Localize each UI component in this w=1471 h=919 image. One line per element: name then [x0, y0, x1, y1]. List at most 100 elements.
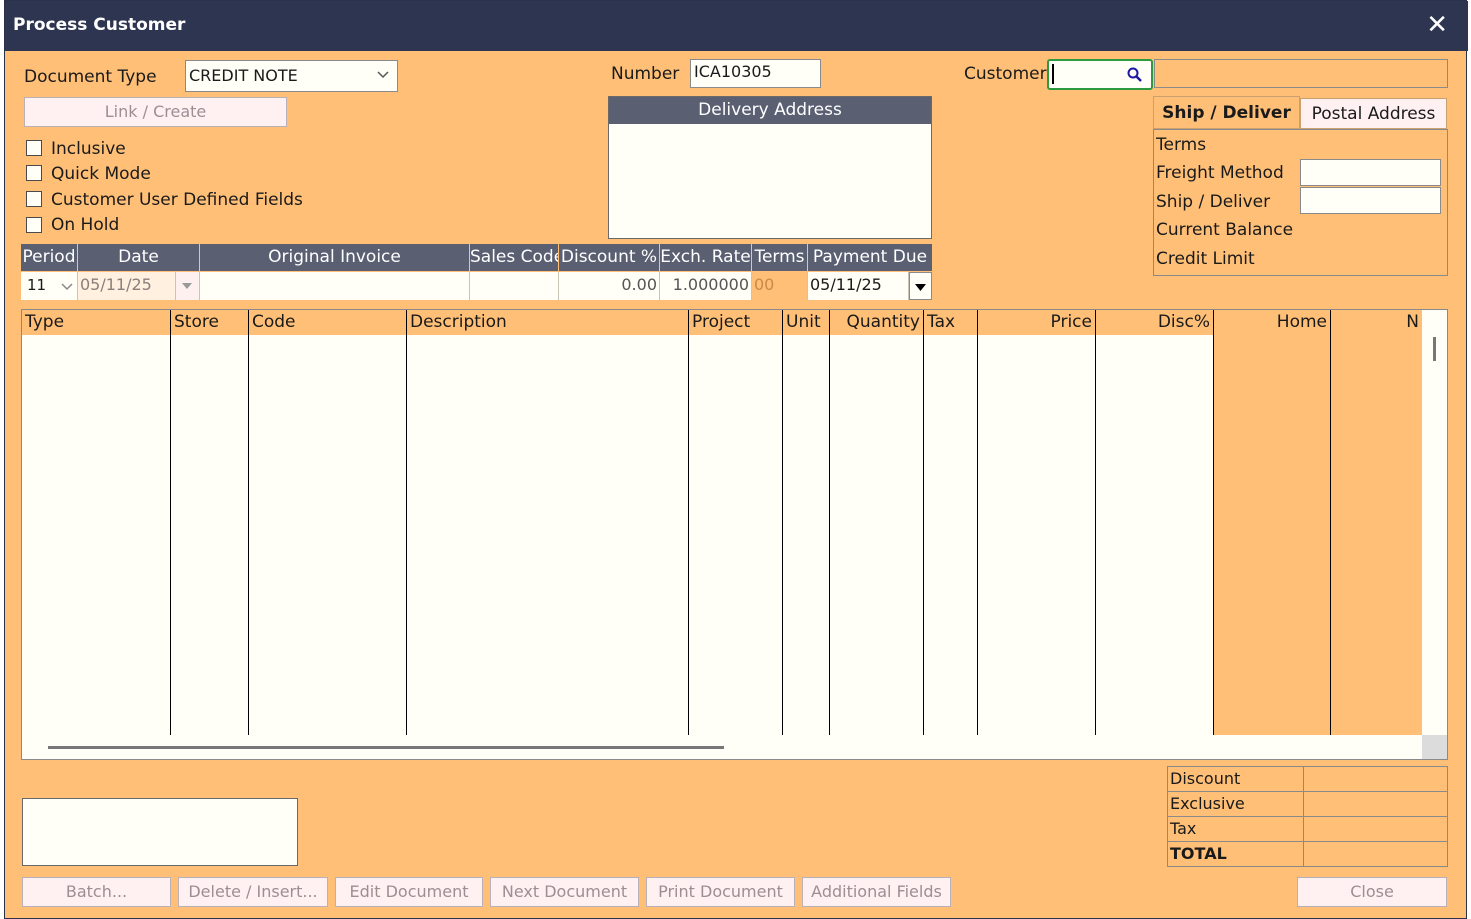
col-code[interactable]: Code: [249, 310, 407, 335]
date-input[interactable]: 05/11/25: [78, 272, 176, 300]
delivery-address-title: Delivery Address: [609, 97, 931, 124]
terms-value: 00: [752, 272, 808, 300]
customer-info-panel: Terms Freight Method Ship / Deliver Curr…: [1153, 129, 1448, 276]
grid-column: [1096, 335, 1214, 735]
col-n[interactable]: N: [1331, 310, 1422, 335]
original-invoice-input[interactable]: [200, 272, 470, 300]
col-home[interactable]: Home: [1214, 310, 1331, 335]
number-input[interactable]: ICA10305: [690, 59, 821, 88]
quick-mode-checkbox[interactable]: [26, 165, 42, 181]
original-invoice-header: Original Invoice: [200, 244, 470, 271]
col-store[interactable]: Store: [171, 310, 249, 335]
close-icon[interactable]: ✕: [1426, 10, 1448, 40]
discount-input[interactable]: 0.00: [559, 272, 660, 300]
credit-limit-label: Credit Limit: [1156, 249, 1255, 269]
document-row: 11 05/11/25 0.00 1.000000 00 05/11/25: [21, 272, 932, 301]
vertical-scroll-thumb[interactable]: [1433, 337, 1436, 361]
additional-fields-button[interactable]: Additional Fields: [802, 877, 951, 907]
link-create-button[interactable]: Link / Create: [24, 97, 287, 127]
print-document-button[interactable]: Print Document: [646, 877, 795, 907]
totals-tax-row: Tax: [1168, 817, 1448, 842]
chevron-down-icon: [182, 283, 192, 289]
tab-postal-address[interactable]: Postal Address: [1300, 98, 1447, 129]
period-header: Period: [21, 244, 78, 271]
chevron-down-icon: [61, 283, 73, 291]
chevron-down-icon: [377, 71, 389, 79]
col-tax[interactable]: Tax: [924, 310, 978, 335]
sales-code-input[interactable]: [470, 272, 559, 300]
edit-document-button[interactable]: Edit Document: [335, 877, 483, 907]
col-disc[interactable]: Disc%: [1096, 310, 1214, 335]
chevron-down-icon: [915, 284, 926, 291]
search-icon[interactable]: [1127, 67, 1143, 83]
process-customer-window: Process Customer ✕ Document Type CREDIT …: [4, 0, 1468, 919]
vertical-scrollbar[interactable]: [1422, 310, 1447, 735]
ship-deliver-label: Ship / Deliver: [1156, 192, 1271, 212]
grid-column: [783, 335, 830, 735]
next-document-button[interactable]: Next Document: [490, 877, 639, 907]
grid-column: [830, 335, 924, 735]
notes-textbox[interactable]: [22, 798, 298, 866]
grid-header: Type Store Code Description Project Unit…: [22, 310, 1422, 335]
tab-ship-deliver[interactable]: Ship / Deliver: [1153, 96, 1300, 129]
grid-column: [407, 335, 689, 735]
period-select[interactable]: 11: [21, 272, 78, 300]
close-button[interactable]: Close: [1297, 877, 1447, 907]
document-type-label: Document Type: [24, 67, 157, 87]
grid-column: [924, 335, 978, 735]
col-unit[interactable]: Unit: [783, 310, 830, 335]
customer-udf-label: Customer User Defined Fields: [51, 190, 303, 210]
line-items-grid[interactable]: Type Store Code Description Project Unit…: [21, 309, 1448, 760]
inclusive-checkbox[interactable]: [26, 140, 42, 156]
col-project[interactable]: Project: [689, 310, 783, 335]
col-type[interactable]: Type: [22, 310, 171, 335]
quick-mode-label: Quick Mode: [51, 164, 151, 184]
delivery-address-text[interactable]: [609, 124, 931, 238]
date-dropdown-button[interactable]: [176, 272, 200, 300]
scroll-corner: [1422, 735, 1447, 759]
batch-button[interactable]: Batch...: [22, 877, 171, 907]
col-description[interactable]: Description: [407, 310, 689, 335]
ship-deliver-input[interactable]: [1300, 187, 1441, 214]
date-header: Date: [78, 244, 200, 271]
sales-code-header: Sales Code: [470, 244, 559, 271]
grid-column: [171, 335, 249, 735]
col-quantity[interactable]: Quantity: [830, 310, 924, 335]
customer-code-input[interactable]: [1047, 59, 1153, 90]
period-value: 11: [27, 276, 47, 294]
grid-column: [249, 335, 407, 735]
number-label: Number: [611, 64, 680, 84]
totals-exclusive-row: Exclusive: [1168, 792, 1448, 817]
totals-exclusive-label: Exclusive: [1170, 794, 1245, 813]
horizontal-scrollbar[interactable]: [22, 735, 1422, 759]
exch-rate-input[interactable]: 1.000000: [660, 272, 752, 300]
grid-column: [22, 335, 171, 735]
discount-header: Discount %: [559, 244, 660, 271]
customer-udf-checkbox[interactable]: [26, 191, 42, 207]
payment-due-input[interactable]: 05/11/25: [808, 272, 909, 300]
exch-rate-header: Exch. Rate: [660, 244, 752, 271]
customer-label: Customer: [964, 64, 1047, 84]
terms-header: Terms: [752, 244, 808, 271]
col-price[interactable]: Price: [978, 310, 1096, 335]
on-hold-checkbox[interactable]: [26, 217, 42, 233]
totals-discount-row: Discount: [1168, 767, 1448, 792]
on-hold-label: On Hold: [51, 215, 120, 235]
totals-total-label: TOTAL: [1170, 844, 1227, 863]
inclusive-label: Inclusive: [51, 139, 126, 159]
freight-method-input[interactable]: [1300, 159, 1441, 186]
horizontal-scroll-thumb[interactable]: [48, 746, 724, 749]
delete-insert-button[interactable]: Delete / Insert...: [178, 877, 328, 907]
current-balance-label: Current Balance: [1156, 220, 1294, 240]
grid-column: [978, 335, 1096, 735]
grid-column: [1331, 335, 1422, 735]
totals-panel: Discount Exclusive Tax TOTAL: [1167, 766, 1448, 867]
totals-discount-label: Discount: [1170, 769, 1241, 788]
freight-method-label: Freight Method: [1156, 163, 1284, 183]
document-type-select[interactable]: CREDIT NOTE: [185, 60, 398, 92]
delivery-address-panel: Delivery Address: [608, 96, 932, 239]
document-type-value: CREDIT NOTE: [189, 66, 298, 85]
document-row-header: Period Date Original Invoice Sales Code …: [21, 244, 932, 271]
grid-column: [689, 335, 783, 735]
payment-due-dropdown[interactable]: [909, 272, 932, 300]
